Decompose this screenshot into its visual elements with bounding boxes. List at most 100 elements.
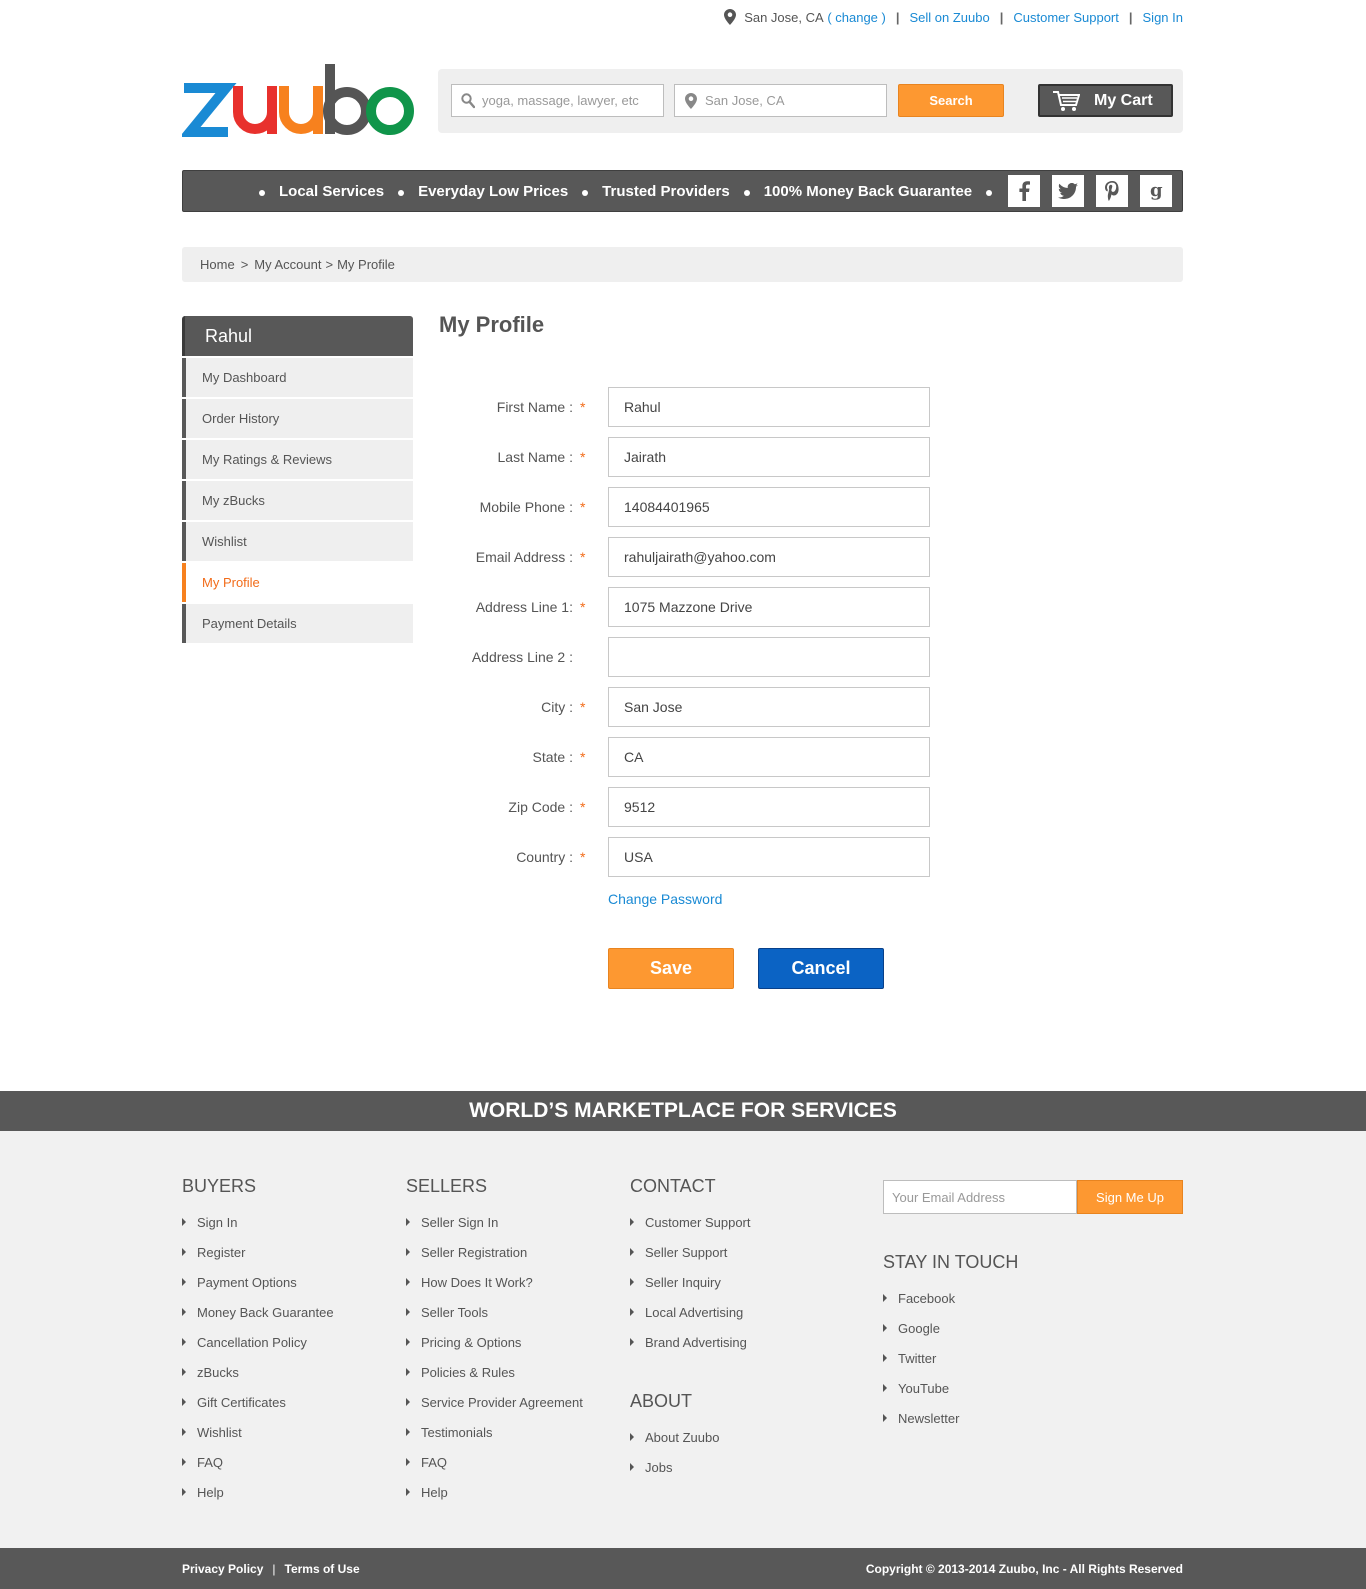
address-line-1-field[interactable]: 1075 Mazzone Drive — [608, 587, 930, 627]
sidebar-item-order-history[interactable]: Order History — [182, 399, 413, 438]
facebook-icon[interactable] — [1008, 175, 1040, 207]
footer-link[interactable]: Brand Advertising — [630, 1327, 751, 1357]
value-prop-item: Local Services — [279, 182, 385, 200]
country-field[interactable]: USA — [608, 837, 930, 877]
footer-link-label: Payment Options — [197, 1274, 297, 1290]
footer-link-label: Google — [898, 1320, 940, 1336]
required-marker: * — [580, 749, 586, 765]
footer-link[interactable]: Facebook — [883, 1283, 1018, 1313]
footer-bottom-bar: Privacy Policy | Terms of Use Copyright … — [0, 1548, 1366, 1589]
footer-link-label: Sign In — [197, 1214, 238, 1230]
cancel-button[interactable]: Cancel — [758, 948, 884, 989]
first-name-field[interactable]: Rahul — [608, 387, 930, 427]
footer-link[interactable]: FAQ — [406, 1447, 583, 1477]
footer-link-label: Cancellation Policy — [197, 1334, 307, 1350]
footer-sellers-title: SELLERS — [406, 1176, 488, 1196]
sidebar-item-my-profile[interactable]: My Profile — [182, 563, 413, 602]
sign-me-up-button[interactable]: Sign Me Up — [1077, 1180, 1183, 1214]
sign-in-link[interactable]: Sign In — [1143, 10, 1183, 25]
my-cart-button[interactable]: My Cart — [1038, 84, 1173, 117]
footer-link[interactable]: Sign In — [182, 1207, 334, 1237]
footer-link-label: Brand Advertising — [645, 1334, 747, 1350]
form-row-address-line-1: Address Line 1: * 1075 Mazzone Drive — [439, 587, 939, 627]
city-field[interactable]: San Jose — [608, 687, 930, 727]
required-marker: * — [580, 549, 586, 565]
last-name-field[interactable]: Jairath — [608, 437, 930, 477]
sell-on-zuubo-link[interactable]: Sell on Zuubo — [910, 10, 990, 25]
footer-link[interactable]: How Does It Work? — [406, 1267, 583, 1297]
footer-link-label: Seller Tools — [421, 1304, 488, 1320]
footer-link[interactable]: Seller Tools — [406, 1297, 583, 1327]
footer-link[interactable]: Seller Sign In — [406, 1207, 583, 1237]
footer-link[interactable]: Service Provider Agreement — [406, 1387, 583, 1417]
google-icon[interactable]: g — [1140, 175, 1172, 207]
footer-link[interactable]: Cancellation Policy — [182, 1327, 334, 1357]
email-address-field[interactable]: rahuljairath@yahoo.com — [608, 537, 930, 577]
twitter-icon[interactable] — [1052, 175, 1084, 207]
footer-link-label: Facebook — [898, 1290, 956, 1306]
mobile-phone-field[interactable]: 14084401965 — [608, 487, 930, 527]
footer-link[interactable]: About Zuubo — [630, 1422, 751, 1452]
breadcrumb-current: My Profile — [337, 257, 395, 272]
search-button[interactable]: Search — [898, 84, 1004, 117]
footer-link[interactable]: Money Back Guarantee — [182, 1297, 334, 1327]
address-line-2-field[interactable] — [608, 637, 930, 677]
footer-link[interactable]: Policies & Rules — [406, 1357, 583, 1387]
footer-buyers-column: BUYERS Sign In Register Payment Options … — [182, 1176, 334, 1507]
footer-link[interactable]: zBucks — [182, 1357, 334, 1387]
zip-code-field[interactable]: 9512 — [608, 787, 930, 827]
footer-link[interactable]: Payment Options — [182, 1267, 334, 1297]
breadcrumb-my-account[interactable]: My Account — [254, 257, 321, 272]
footer-link[interactable]: Seller Support — [630, 1237, 751, 1267]
footer-link[interactable]: Newsletter — [883, 1403, 1018, 1433]
state-field[interactable]: CA — [608, 737, 930, 777]
newsletter-email-input[interactable]: Your Email Address — [883, 1180, 1077, 1214]
footer-link-label: Seller Support — [645, 1244, 728, 1260]
footer-link[interactable]: Seller Registration — [406, 1237, 583, 1267]
footer-link[interactable]: YouTube — [883, 1373, 1018, 1403]
footer-link[interactable]: Pricing & Options — [406, 1327, 583, 1357]
footer-link[interactable]: Register — [182, 1237, 334, 1267]
customer-support-link[interactable]: Customer Support — [1013, 10, 1119, 25]
sidebar-item-payment-details[interactable]: Payment Details — [182, 604, 413, 643]
caret-right-icon — [182, 1368, 186, 1376]
footer-link[interactable]: Local Advertising — [630, 1297, 751, 1327]
footer-link[interactable]: Twitter — [883, 1343, 1018, 1373]
footer-link[interactable]: Help — [182, 1477, 334, 1507]
service-search-input[interactable]: yoga, massage, lawyer, etc — [451, 84, 664, 117]
caret-right-icon — [406, 1218, 410, 1226]
footer-link[interactable]: Seller Inquiry — [630, 1267, 751, 1297]
sidebar-item-wishlist[interactable]: Wishlist — [182, 522, 413, 561]
footer-link[interactable]: FAQ — [182, 1447, 334, 1477]
footer-link[interactable]: Google — [883, 1313, 1018, 1343]
footer-link-label: Seller Sign In — [421, 1214, 499, 1230]
top-bar: San Jose, CA ( change ) | Sell on Zuubo … — [724, 6, 1183, 28]
caret-right-icon — [182, 1248, 186, 1256]
privacy-policy-link[interactable]: Privacy Policy — [182, 1562, 263, 1576]
change-location-link[interactable]: ( change ) — [827, 10, 886, 25]
form-row-country: Country : * USA — [439, 837, 939, 877]
country-label: Country : — [516, 849, 573, 865]
bullet — [582, 189, 589, 196]
sidebar-item-my-dashboard[interactable]: My Dashboard — [182, 358, 413, 397]
terms-of-use-link[interactable]: Terms of Use — [285, 1562, 360, 1576]
change-password-link[interactable]: Change Password — [608, 891, 722, 907]
pinterest-icon[interactable] — [1096, 175, 1128, 207]
footer-link[interactable]: Customer Support — [630, 1207, 751, 1237]
footer-link[interactable]: Help — [406, 1477, 583, 1507]
footer-link[interactable]: Jobs — [630, 1452, 751, 1482]
newsletter-signup: Your Email Address Sign Me Up — [883, 1180, 1183, 1214]
footer-link[interactable]: Wishlist — [182, 1417, 334, 1447]
breadcrumb-home[interactable]: Home — [200, 257, 235, 272]
caret-right-icon — [630, 1338, 634, 1346]
save-button[interactable]: Save — [608, 948, 734, 989]
required-marker: * — [580, 699, 586, 715]
footer-link[interactable]: Testimonials — [406, 1417, 583, 1447]
sidebar-item-my-ratings-reviews[interactable]: My Ratings & Reviews — [182, 440, 413, 479]
caret-right-icon — [883, 1324, 887, 1332]
zuubo-logo[interactable] — [182, 60, 414, 140]
sidebar-item-my-zbucks[interactable]: My zBucks — [182, 481, 413, 520]
caret-right-icon — [182, 1458, 186, 1466]
footer-link[interactable]: Gift Certificates — [182, 1387, 334, 1417]
location-search-input[interactable]: San Jose, CA — [674, 84, 887, 117]
